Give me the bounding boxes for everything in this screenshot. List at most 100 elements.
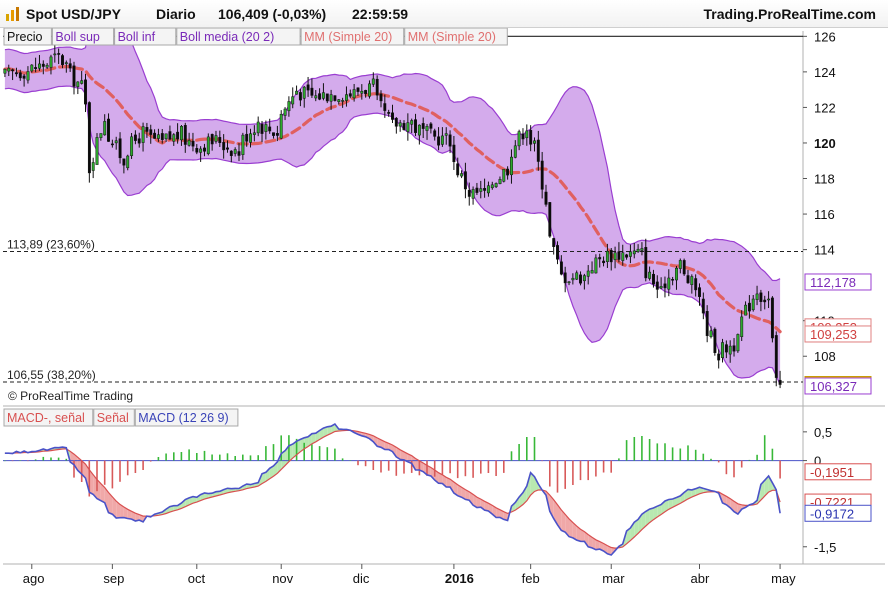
candle-body [479, 188, 483, 192]
candle-body [122, 158, 126, 166]
instrument-name: Spot USD/JPY [26, 6, 121, 22]
candle-body [72, 65, 76, 87]
candle-body [444, 133, 448, 136]
fib-level-label: 113,89 (23,60%) [7, 238, 95, 252]
macd-histogram-bar [480, 460, 482, 474]
candle-body [314, 95, 318, 99]
candle-body [433, 130, 437, 137]
macd-histogram-bar [579, 460, 582, 481]
candle-body [463, 171, 467, 190]
macd-histogram-bar [702, 453, 705, 461]
legend-item[interactable]: Boll sup [55, 30, 100, 44]
candle-body [218, 137, 222, 143]
candle-body [329, 94, 333, 102]
candle-body [563, 272, 567, 284]
candle-body [625, 254, 629, 258]
candle-body [713, 328, 717, 353]
legend-item[interactable]: Boll inf [118, 30, 156, 44]
macd-histogram-bar [395, 460, 398, 476]
candle-body [191, 140, 195, 147]
candle-body [195, 148, 199, 153]
macd-histogram-bar [326, 447, 329, 461]
macd-histogram-bar [334, 448, 336, 461]
candle-body [360, 90, 364, 94]
macd-histogram-bar [65, 458, 68, 461]
candle-body [237, 151, 241, 156]
candle-body [26, 71, 30, 81]
legend-item[interactable]: Señal [97, 411, 129, 425]
macd-histogram-bar [418, 460, 421, 476]
candle-body [667, 277, 671, 290]
macd-histogram-bar [134, 460, 137, 473]
legend-item[interactable]: MACD-, señal [7, 411, 85, 425]
candle-body [460, 173, 464, 177]
candle-body [540, 160, 544, 190]
macd-histogram-bar [219, 454, 221, 461]
candle-body [302, 86, 306, 99]
candle-body [678, 260, 682, 269]
candle-body [49, 56, 53, 68]
candle-body [636, 248, 640, 252]
macd-histogram-bar [648, 439, 651, 461]
candle-body [437, 136, 441, 146]
candle-body [402, 123, 406, 131]
candle-body [559, 261, 563, 275]
candle-body [440, 135, 444, 145]
macd-histogram-bar [526, 437, 528, 461]
candle-body [686, 275, 690, 284]
candle-body [245, 133, 249, 142]
candle-body [521, 133, 525, 140]
candle-body [256, 121, 260, 134]
candle-body [705, 311, 709, 336]
candle-body [206, 136, 210, 154]
candle-body [759, 292, 763, 302]
candle-body [774, 335, 778, 378]
candle-body [22, 75, 26, 79]
title-bar: Spot USD/JPY Diario 106,409 (-0,03%) 22:… [0, 0, 888, 28]
candle-body [628, 251, 632, 257]
candle-body [394, 117, 398, 127]
candle-body [556, 245, 559, 260]
time-axis[interactable]: ago sep oct nov dic 2016 feb mar abr may [23, 564, 796, 586]
legend-item[interactable]: MM (Simple 20) [408, 30, 496, 44]
macd-line [4, 422, 781, 556]
candle-body [494, 183, 498, 188]
candle-body [644, 247, 648, 279]
macd-histogram-bar [587, 460, 589, 481]
candle-body [398, 122, 402, 127]
price-value-tag: 112,178 [804, 273, 872, 291]
chart-area[interactable]: 113,89 (23,60%) 106,55 (38,20%) 126 124 122… [0, 28, 888, 592]
candle-body [671, 279, 675, 281]
legend-item[interactable]: MM (Simple 20) [304, 30, 392, 44]
legend-item[interactable]: MACD (12 26 9) [138, 411, 228, 425]
candle-body [682, 260, 686, 275]
price-value-tag: 106,327 [804, 377, 872, 395]
candle-body [486, 185, 490, 194]
candle-body [153, 132, 157, 139]
candle-body [310, 87, 314, 96]
legend-item[interactable]: Boll media (20 2) [180, 30, 274, 44]
candle-body [168, 131, 172, 140]
candle-body [375, 78, 379, 96]
candle-body [130, 136, 134, 156]
macd-histogram-bar [518, 444, 520, 461]
candle-body [467, 189, 471, 197]
candle-body [571, 277, 575, 281]
candle-body [663, 283, 667, 289]
candle-body [287, 101, 291, 112]
candle-body [226, 147, 229, 150]
candle-body [483, 188, 487, 191]
macd-histogram-bar [265, 446, 267, 461]
legend-item[interactable]: Precio [7, 30, 42, 44]
candle-body [160, 133, 164, 140]
macd-histogram-bar [449, 460, 451, 474]
candle-body [183, 125, 187, 145]
candle-body [180, 126, 183, 141]
macd-histogram-bar [249, 455, 252, 461]
candle-body [68, 63, 72, 69]
candle-body [279, 113, 283, 139]
macd-histogram-bar [157, 457, 160, 461]
macd-histogram-bar [510, 451, 513, 461]
candle-body [333, 95, 337, 101]
period-label[interactable]: Diario [156, 6, 196, 22]
